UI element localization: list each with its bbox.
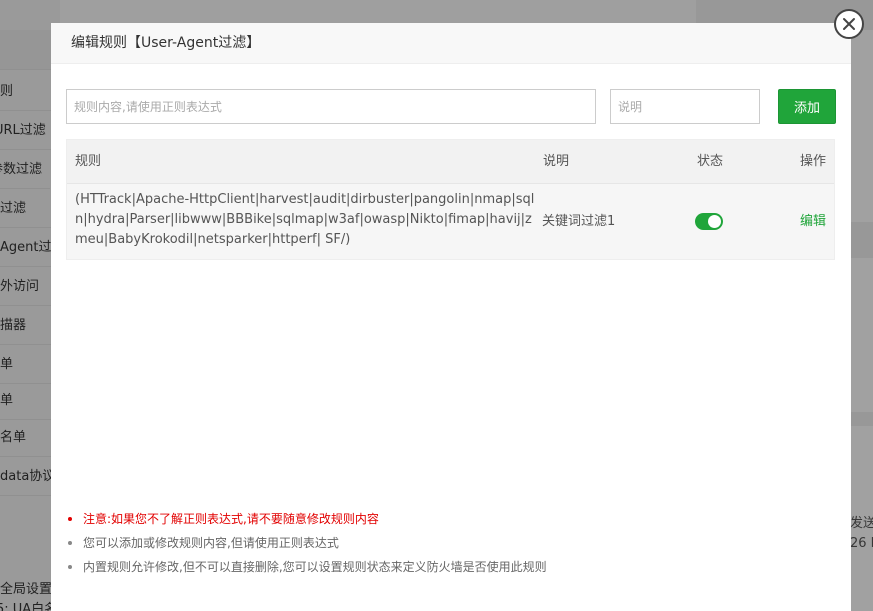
rule-description-input[interactable] xyxy=(610,89,760,124)
toggle-knob xyxy=(708,215,721,228)
edit-link[interactable]: 编辑 xyxy=(800,184,826,259)
notes-list: 注意:如果您不了解正则表达式,请不要随意修改规则内容 您可以添加或修改规则内容,… xyxy=(66,507,547,579)
header-status: 状态 xyxy=(697,154,724,169)
info-note: 内置规则允许修改,但不可以直接删除,您可以设置规则状态来定义防火墙是否使用此规则 xyxy=(66,555,547,579)
header-rule: 规则 xyxy=(75,154,102,169)
close-button[interactable] xyxy=(834,9,864,39)
table-row: (HTTrack|Apache-HttpClient|harvest|audit… xyxy=(67,184,834,259)
table-header: 规则 说明 状态 操作 xyxy=(67,140,834,184)
warning-note: 注意:如果您不了解正则表达式,请不要随意修改规则内容 xyxy=(66,507,547,531)
description-cell: 关键词过滤1 xyxy=(542,214,616,229)
dialog-title: 编辑规则【User-Agent过滤】 xyxy=(51,23,851,64)
edit-rule-dialog: 编辑规则【User-Agent过滤】 添加 规则 说明 状态 操作 (HTTra… xyxy=(51,23,851,611)
add-button[interactable]: 添加 xyxy=(778,89,836,124)
info-note: 您可以添加或修改规则内容,但请使用正则表达式 xyxy=(66,531,547,555)
status-toggle[interactable] xyxy=(695,213,723,230)
header-action: 操作 xyxy=(800,154,827,169)
rule-content-input[interactable] xyxy=(66,89,596,124)
rule-cell: (HTTrack|Apache-HttpClient|harvest|audit… xyxy=(75,192,535,247)
header-description: 说明 xyxy=(543,154,570,169)
rules-table: 规则 说明 状态 操作 (HTTrack|Apache-HttpClient|h… xyxy=(66,139,835,260)
close-icon xyxy=(843,18,855,30)
